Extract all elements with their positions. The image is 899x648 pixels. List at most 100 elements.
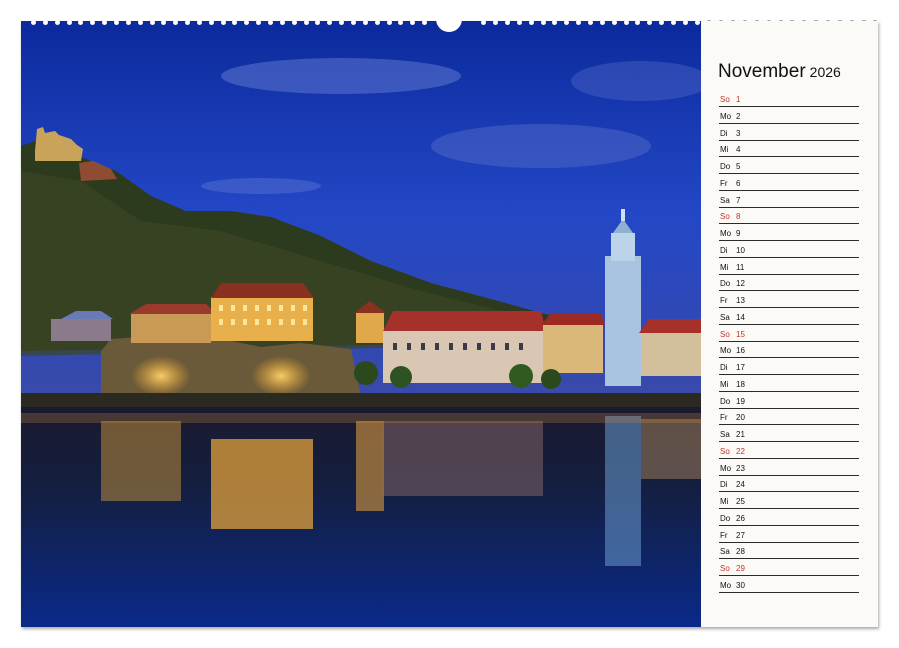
date-number: 18 [736,379,745,389]
day-row: Fr 6 [719,175,859,191]
night-town-river-scene [21,21,701,627]
date-number: 14 [736,312,745,322]
binding-hole [611,20,617,25]
date-number: 15 [736,329,745,339]
baroque-tower [605,256,641,386]
binding-hole [374,20,380,25]
weekday-label: Do [720,396,731,406]
binding-hole [66,20,72,25]
reflection [356,421,384,511]
day-row: Do 12 [719,275,859,292]
weekday-label: Sa [720,430,730,439]
binding-hole [564,20,570,25]
binding-hole [327,20,333,25]
tree [390,366,412,388]
binding-hole [623,20,629,25]
weekday-label: Mo [720,580,732,590]
weekday-label: Mo [720,463,732,473]
binding-hole [670,20,676,25]
binding-hole [315,20,321,25]
binding-hole [54,20,60,25]
binding-hole [208,20,214,25]
weekday-label: So [720,564,730,573]
day-row: Fr 13 [719,292,859,308]
month-year: 2026 [809,64,841,80]
day-row: Mi 25 [719,493,859,509]
day-row: Mo 16 [719,342,859,359]
weekday-label: Fr [720,413,728,423]
tree [509,364,533,388]
month-name: November [718,61,806,82]
day-row: Do 19 [719,393,859,409]
date-number: 9 [736,229,741,238]
date-number: 23 [736,463,745,473]
date-number: 22 [736,446,745,456]
date-number: 26 [736,513,745,523]
weekday-label: Mo [720,346,732,356]
weekday-label: So [720,329,730,339]
binding-hole [256,20,262,25]
binding-hole [125,20,131,25]
binding-hole [516,20,522,25]
day-row: Mo 2 [719,108,859,124]
day-row: So 22 [719,443,859,459]
binding-hole [279,20,285,25]
binding-hole [493,20,499,25]
binding-hole [505,20,510,25]
binding-hole [173,20,179,25]
date-number: 19 [736,396,745,406]
day-row: Do 5 [719,158,859,174]
building [543,323,603,373]
weekday-label: Do [720,279,731,289]
binding-hole [339,20,345,25]
day-row: Di 24 [719,476,859,493]
building [131,313,211,343]
weekday-label: Mo [720,229,732,238]
weekday-label: Di [720,245,728,255]
day-row: Di 17 [719,359,859,375]
reflection [383,421,543,496]
floodlight [251,356,311,396]
binding-hole [659,20,665,25]
binding-hole [102,20,108,25]
lit-building [211,297,313,341]
weekday-label: Sa [720,312,730,322]
weekday-label: Sa [720,195,730,205]
date-number: 25 [736,497,745,506]
weekday-label: Di [720,480,728,490]
weekday-label: Sa [720,547,730,557]
cloud [221,58,461,94]
landscape-photo [21,21,701,627]
binding-hole [552,20,558,25]
day-row: So 1 [719,91,859,107]
tree [541,369,561,389]
day-row: Do 26 [719,510,859,526]
date-number: 10 [736,245,745,255]
binding-hole [386,20,392,25]
binding-hole [268,20,273,25]
day-row: So 29 [719,560,859,576]
monastery-roof [383,311,546,331]
date-number: 8 [736,212,741,222]
binding-hole [161,20,167,25]
weekday-label: Mi [720,379,729,389]
binding-hole [244,20,250,25]
weekday-label: Fr [720,178,728,188]
binding-hole [350,20,356,25]
date-number: 6 [736,178,741,188]
shore [21,393,701,407]
date-number: 28 [736,547,745,557]
date-number: 2 [736,111,741,121]
binding-hole [422,20,428,25]
binding-hole [137,20,143,25]
roof [639,319,701,333]
day-row: Sa 21 [719,426,859,442]
binding-hole [90,20,96,25]
building [51,319,111,341]
binding-hole [220,20,226,25]
month-title: November 2026 [718,61,841,83]
binding-hole [185,20,191,25]
date-number: 1 [736,95,741,104]
weekday-label: So [720,95,730,104]
day-row: Mi 4 [719,141,859,158]
